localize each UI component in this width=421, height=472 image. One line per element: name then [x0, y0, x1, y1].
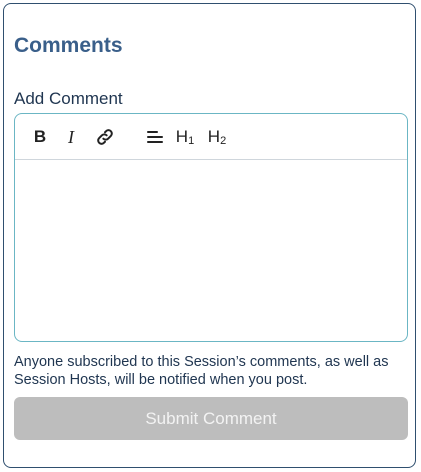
- comments-panel: Comments Add Comment B I H1 H2 Anyone su…: [3, 3, 416, 468]
- comment-text-area[interactable]: [15, 160, 407, 341]
- italic-button[interactable]: I: [61, 124, 81, 150]
- submit-comment-button[interactable]: Submit Comment: [14, 397, 408, 440]
- editor-toolbar: B I H1 H2: [15, 114, 407, 160]
- heading-2-letter: H: [207, 127, 221, 146]
- heading-1-letter: H: [175, 127, 189, 146]
- heading-1-level: 1: [188, 135, 195, 147]
- notification-notice: Anyone subscribed to this Session’s comm…: [14, 354, 389, 388]
- heading-2-icon: H2: [208, 127, 226, 147]
- add-comment-label: Add Comment: [14, 89, 123, 108]
- link-icon: [97, 129, 113, 145]
- link-button[interactable]: [93, 124, 117, 150]
- comments-title: Comments: [14, 34, 123, 57]
- heading-2-level: 2: [220, 135, 227, 147]
- italic-icon: I: [68, 126, 74, 147]
- align-button[interactable]: [143, 124, 167, 150]
- bold-button[interactable]: B: [29, 124, 51, 150]
- comment-editor: B I H1 H2: [14, 113, 408, 342]
- bold-icon: B: [33, 127, 47, 146]
- heading-1-icon: H1: [176, 127, 194, 147]
- heading-1-button[interactable]: H1: [173, 124, 197, 150]
- align-left-icon: [147, 131, 163, 143]
- heading-2-button[interactable]: H2: [205, 124, 229, 150]
